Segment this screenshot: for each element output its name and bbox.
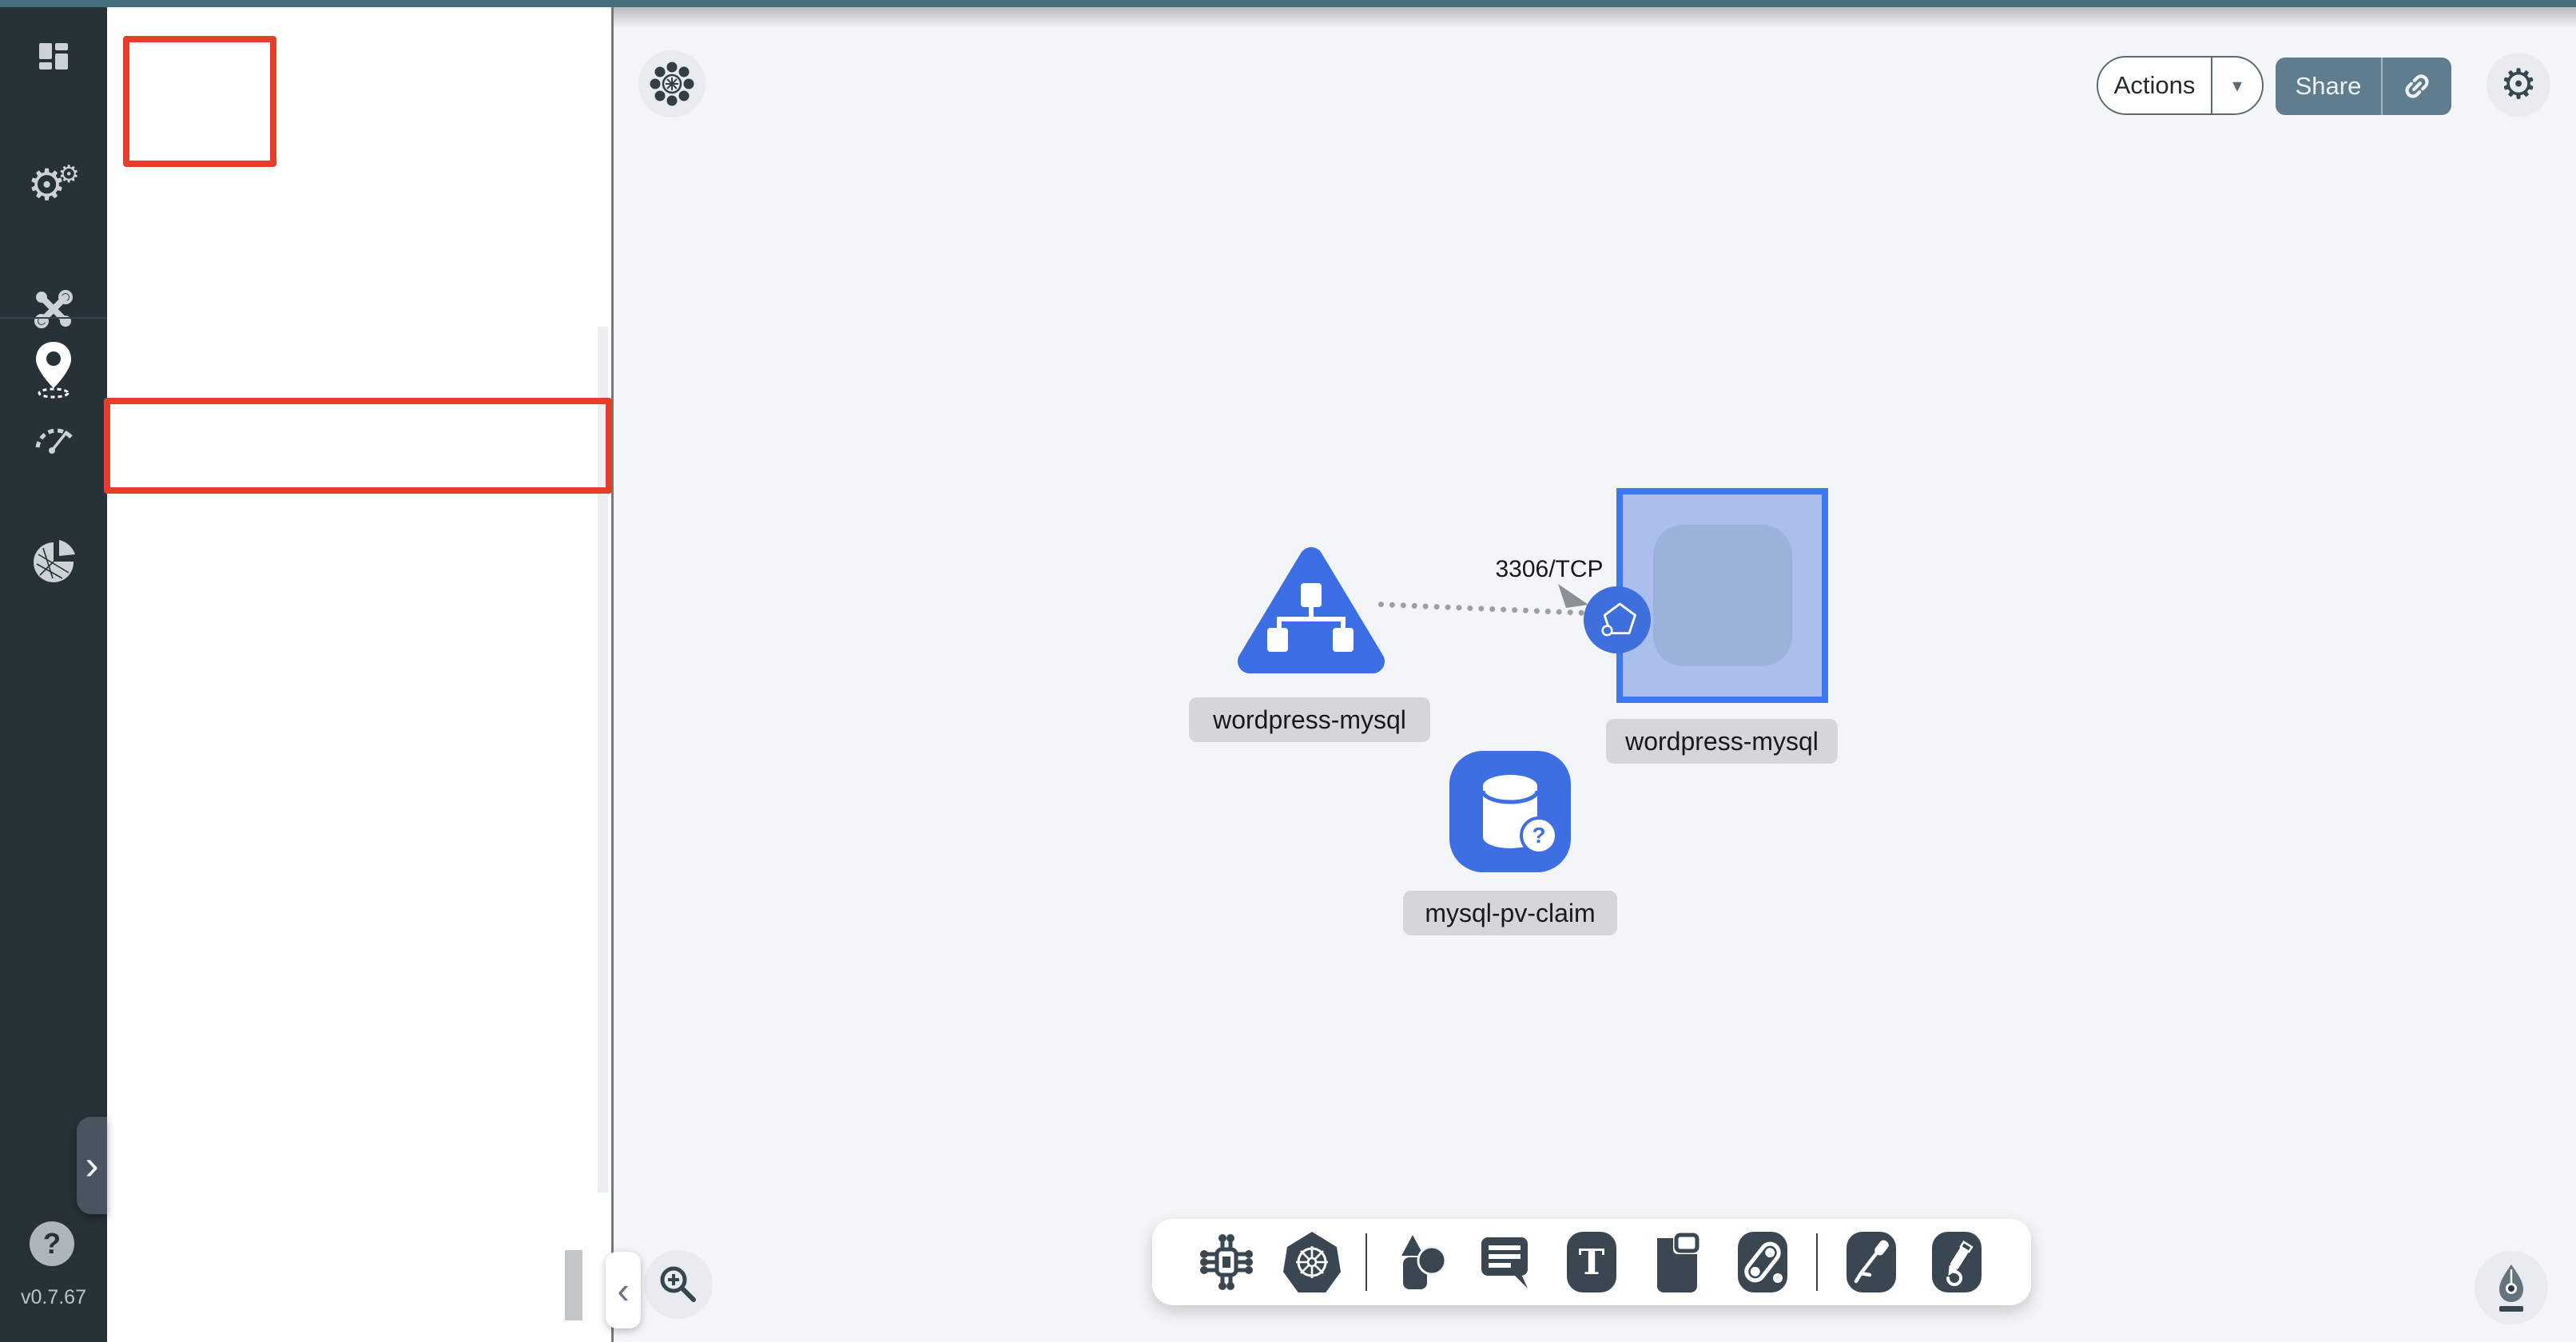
actions-label[interactable]: Actions bbox=[2098, 58, 2212, 113]
relationship-tool[interactable] bbox=[1731, 1229, 1795, 1296]
list-scrollbar-track[interactable] bbox=[598, 327, 608, 1193]
designs-drawer bbox=[107, 7, 611, 1342]
sticky-note-tool[interactable] bbox=[1645, 1229, 1709, 1296]
components-tool[interactable] bbox=[1195, 1229, 1258, 1296]
sidebar-item-kanvas[interactable] bbox=[0, 339, 107, 403]
topbar-shadow bbox=[614, 7, 2576, 28]
text-tool-icon: T bbox=[1567, 1232, 1616, 1292]
components-circuit-icon bbox=[1196, 1232, 1257, 1292]
chevron-right-icon: › bbox=[85, 1141, 98, 1189]
design-pen-button[interactable] bbox=[2475, 1251, 2548, 1324]
shapes-tool[interactable] bbox=[1389, 1229, 1453, 1296]
text-tool[interactable]: T bbox=[1560, 1229, 1624, 1296]
node-label-service: wordpress-mysql bbox=[1606, 719, 1838, 764]
freehand-pencil-icon bbox=[1932, 1232, 1982, 1292]
annotation-arrow-tool[interactable] bbox=[1839, 1229, 1903, 1296]
node-label-deployment: wordpress-mysql bbox=[1189, 697, 1430, 742]
zoom-in-button[interactable] bbox=[644, 1250, 713, 1319]
help-button[interactable]: ? bbox=[30, 1221, 74, 1266]
toolbar-divider bbox=[1816, 1233, 1818, 1291]
sidebar-item-configuration[interactable] bbox=[0, 286, 107, 336]
chevron-down-icon: ▾ bbox=[2232, 74, 2242, 97]
expand-sidebar-button[interactable]: › bbox=[77, 1117, 107, 1214]
node-label-pvc: mysql-pv-claim bbox=[1403, 891, 1617, 935]
sidebar-item-extensions[interactable] bbox=[0, 537, 107, 590]
dashboard-icon bbox=[31, 34, 76, 78]
extensions-icon bbox=[29, 537, 78, 586]
node-service-selected[interactable] bbox=[1616, 488, 1828, 703]
sidebar-item-dashboard[interactable] bbox=[0, 34, 107, 82]
sidebar-item-performance[interactable] bbox=[0, 415, 107, 459]
notes-comment-icon bbox=[1478, 1233, 1534, 1292]
pen-nib-icon bbox=[2487, 1261, 2536, 1314]
performance-gauge-icon bbox=[30, 415, 78, 455]
share-label[interactable]: Share bbox=[2276, 58, 2383, 115]
sticky-note-icon bbox=[1651, 1232, 1703, 1292]
kanvas-pin-icon bbox=[28, 339, 79, 399]
annotation-pen-arrow-icon bbox=[1847, 1232, 1896, 1292]
node-pvc[interactable]: ? bbox=[1449, 751, 1571, 872]
freehand-draw-tool[interactable] bbox=[1925, 1229, 1989, 1296]
collapse-drawer-button[interactable]: ‹ bbox=[606, 1252, 641, 1328]
top-accent-bar bbox=[0, 0, 2576, 7]
canvas-toolbar: T bbox=[1152, 1219, 2031, 1305]
sidebar-item-lifecycle[interactable]: ⚙⚙ bbox=[0, 160, 107, 210]
drawer-border bbox=[611, 7, 614, 1342]
list-scrollbar-thumb[interactable] bbox=[565, 1250, 582, 1320]
navigation-sidebar: ⚙⚙ bbox=[0, 0, 107, 1342]
node-deployment[interactable] bbox=[1235, 540, 1387, 681]
dots-cluster-button[interactable] bbox=[638, 50, 706, 117]
copy-link-button[interactable] bbox=[2383, 58, 2451, 115]
toolbar-divider bbox=[1366, 1233, 1367, 1291]
link-icon bbox=[2399, 69, 2435, 104]
kubernetes-deployment-icon bbox=[1235, 540, 1387, 677]
configuration-tools-icon bbox=[30, 286, 77, 332]
sidebar-divider bbox=[0, 317, 107, 319]
kubernetes-components-tool[interactable] bbox=[1280, 1229, 1344, 1296]
actions-split-button[interactable]: Actions ▾ bbox=[2097, 56, 2264, 115]
relationship-chain-icon bbox=[1738, 1232, 1787, 1292]
service-pentagon-icon bbox=[1589, 592, 1645, 648]
gear-icon: ⚙ bbox=[2500, 61, 2538, 109]
design-canvas[interactable] bbox=[614, 7, 2576, 1342]
zoom-in-icon bbox=[656, 1262, 701, 1307]
share-split-button[interactable]: Share bbox=[2276, 58, 2451, 115]
meshery-kanvas-app: ✎ New Save As Comments Actions ▾ Share bbox=[0, 0, 2576, 1342]
version-label: v0.7.67 bbox=[0, 1286, 107, 1309]
edge-port-label: 3306/TCP bbox=[1489, 556, 1610, 583]
chevron-left-icon: ‹ bbox=[617, 1269, 629, 1312]
notes-tool[interactable] bbox=[1474, 1229, 1538, 1296]
service-inner-shape bbox=[1653, 525, 1792, 666]
shapes-icon bbox=[1392, 1232, 1449, 1292]
dots-cluster-icon bbox=[648, 60, 696, 108]
unknown-question-badge: ? bbox=[1520, 816, 1558, 855]
settings-button[interactable]: ⚙ bbox=[2487, 53, 2550, 117]
kubernetes-wheel-icon bbox=[1283, 1232, 1341, 1292]
service-port-endpoint[interactable] bbox=[1584, 586, 1651, 653]
actions-dropdown-toggle[interactable]: ▾ bbox=[2212, 58, 2262, 113]
